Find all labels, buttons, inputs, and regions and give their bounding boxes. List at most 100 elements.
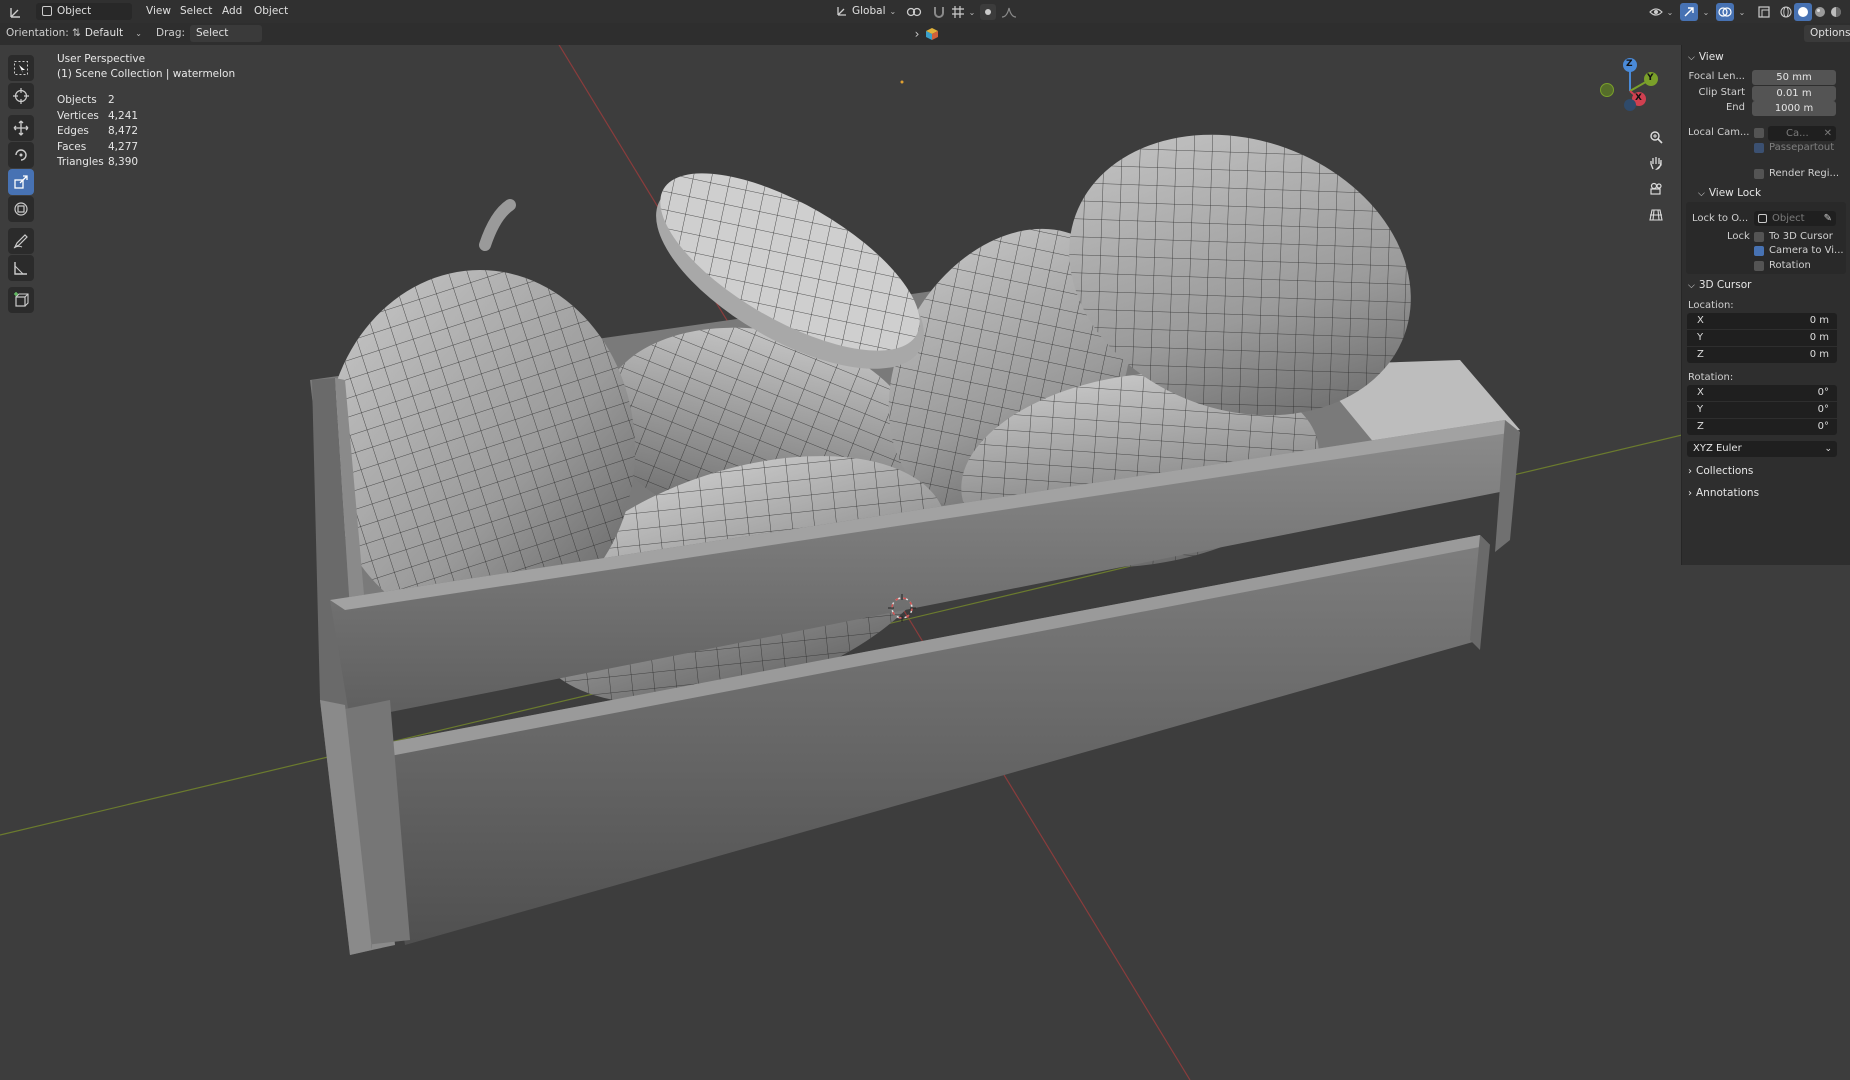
transform-tool[interactable] (8, 196, 34, 222)
rotation-mode-dropdown[interactable]: XYZ Euler ⌄ (1687, 441, 1837, 457)
location-z-field[interactable]: Z 0 m (1687, 347, 1837, 363)
menu-object[interactable]: Object (252, 3, 290, 20)
lock-label: Lock (1727, 231, 1750, 242)
toggle-projection-button[interactable] (1644, 203, 1668, 227)
location-y-field[interactable]: Y 0 m (1687, 330, 1837, 346)
magnifier-icon (1650, 131, 1663, 144)
focal-length-label: Focal Len... (1688, 71, 1745, 82)
gizmo-x-label[interactable]: X (1635, 93, 1642, 103)
axis-label: Z (1697, 421, 1704, 432)
pivot-point-button[interactable] (902, 4, 926, 20)
rotation-label: Rotation: (1688, 372, 1734, 383)
3d-viewport[interactable]: User Perspective (1) Scene Collection | … (0, 45, 1850, 1080)
rendered-sphere-icon (1831, 7, 1841, 17)
axis-value: 0 m (1809, 349, 1829, 360)
transform-orientation-dropdown[interactable]: Global ⌄ (830, 3, 908, 20)
stat-label: Faces (57, 140, 87, 153)
stat-row: Objects 2 (57, 94, 177, 110)
navigation-gizmo[interactable]: Z Y X (1590, 55, 1670, 135)
scene-render (0, 45, 1850, 1080)
menu-add[interactable]: Add (220, 3, 244, 20)
clip-end-field[interactable]: 1000 m (1752, 101, 1836, 116)
drag-title: Drag: (156, 27, 186, 39)
select-box-icon (14, 61, 28, 75)
add-cube-tool[interactable] (8, 287, 34, 313)
render-region-checkbox[interactable] (1754, 169, 1764, 179)
camera-to-view-checkbox[interactable] (1754, 246, 1764, 256)
orientation-dropdown[interactable]: ⇅ Default ⌄ (66, 25, 160, 42)
focal-length-field[interactable]: 50 mm (1752, 70, 1836, 85)
object-visibility-dropdown[interactable]: ⌄ (1648, 4, 1674, 20)
measure-tool[interactable] (8, 255, 34, 281)
link-icon (906, 7, 922, 17)
move-tool[interactable] (8, 115, 34, 141)
gizmo-y-label[interactable]: Y (1647, 73, 1654, 83)
mode-dropdown[interactable]: Object Mode⌄ (36, 3, 132, 34)
options-button[interactable]: Options (1804, 25, 1850, 42)
rotation-z-field[interactable]: Z 0° (1687, 419, 1837, 435)
transform-icon (14, 202, 28, 216)
shading-rendered[interactable] (1828, 4, 1844, 20)
orientation-label: Global (852, 5, 886, 17)
stat-value: 4,241 (108, 109, 139, 122)
camera-view-button[interactable] (1644, 177, 1668, 201)
zoom-view-button[interactable] (1644, 125, 1668, 149)
object-icon (1758, 213, 1767, 223)
view-lock-title: View Lock (1708, 187, 1762, 199)
clip-start-field[interactable]: 0.01 m (1752, 86, 1836, 101)
local-camera-checkbox[interactable] (1754, 128, 1764, 138)
magnet-icon (934, 7, 944, 18)
axes-icon (10, 8, 20, 18)
annotations-section-header[interactable]: › Annotations (1688, 487, 1759, 499)
snap-toggle[interactable] (930, 4, 948, 20)
expand-tool-header-button[interactable]: › (910, 25, 924, 43)
collections-section-header[interactable]: › Collections (1688, 465, 1753, 477)
lock-to-object-field[interactable]: Object ✎ (1754, 211, 1836, 226)
rotation-x-field[interactable]: X 0° (1687, 385, 1837, 401)
local-camera-field[interactable]: Ca... ✕ (1768, 126, 1836, 141)
camera-icon (1650, 182, 1662, 195)
render-region-label: Render Regi... (1769, 168, 1840, 179)
close-icon[interactable]: ✕ (1824, 126, 1832, 141)
proportional-edit-toggle[interactable] (980, 4, 996, 20)
asset-shelf-button[interactable] (924, 26, 940, 42)
chevron-right-icon: › (1688, 488, 1692, 499)
menu-view[interactable]: View (144, 3, 173, 20)
shading-material[interactable] (1812, 4, 1828, 20)
lock-rotation-checkbox[interactable] (1754, 261, 1764, 271)
gizmo-dropdown[interactable]: ⌄ (1698, 4, 1710, 20)
cursor-section-title: 3D Cursor (1698, 279, 1752, 291)
select-box-tool[interactable] (8, 55, 34, 81)
gizmo-toggle[interactable] (1680, 3, 1698, 21)
scale-tool[interactable] (8, 169, 34, 195)
cursor-section-header[interactable]: ⌵ 3D Cursor (1688, 279, 1751, 291)
shading-wireframe[interactable] (1778, 4, 1794, 20)
gizmo-z-label[interactable]: Z (1626, 59, 1633, 69)
lock-to-cursor-checkbox[interactable] (1754, 232, 1764, 242)
gizmo-arrow-icon (1684, 7, 1694, 17)
xray-icon (1758, 6, 1770, 18)
eyedropper-icon[interactable]: ✎ (1824, 211, 1832, 226)
solid-sphere-icon (1798, 7, 1808, 17)
rotate-tool[interactable] (8, 142, 34, 168)
overlays-dropdown[interactable]: ⌄ (1734, 4, 1746, 20)
snap-target-dropdown[interactable]: ⌄ (950, 4, 976, 20)
drag-dropdown[interactable]: Select Box⌄ (190, 25, 262, 56)
cursor-target-icon (13, 88, 29, 104)
rotation-y-field[interactable]: Y 0° (1687, 402, 1837, 418)
shading-solid[interactable] (1794, 3, 1812, 21)
passepartout-checkbox[interactable] (1754, 143, 1764, 153)
annotate-tool[interactable] (8, 228, 34, 254)
xray-toggle[interactable] (1756, 4, 1772, 20)
view-section-header[interactable]: ⌵ View (1688, 51, 1724, 63)
location-x-field[interactable]: X 0 m (1687, 313, 1837, 329)
pan-view-button[interactable] (1644, 151, 1668, 175)
view-lock-header[interactable]: ⌵ View Lock (1698, 187, 1761, 199)
rotate-icon (15, 149, 27, 161)
overlays-toggle[interactable] (1716, 3, 1734, 21)
falloff-dropdown[interactable] (998, 4, 1020, 20)
menu-select[interactable]: Select (178, 3, 214, 20)
chevron-down-icon: ⌵ (1688, 281, 1695, 291)
cursor-tool[interactable] (8, 83, 34, 109)
editor-type-button[interactable]: ⌄ (6, 3, 32, 38)
